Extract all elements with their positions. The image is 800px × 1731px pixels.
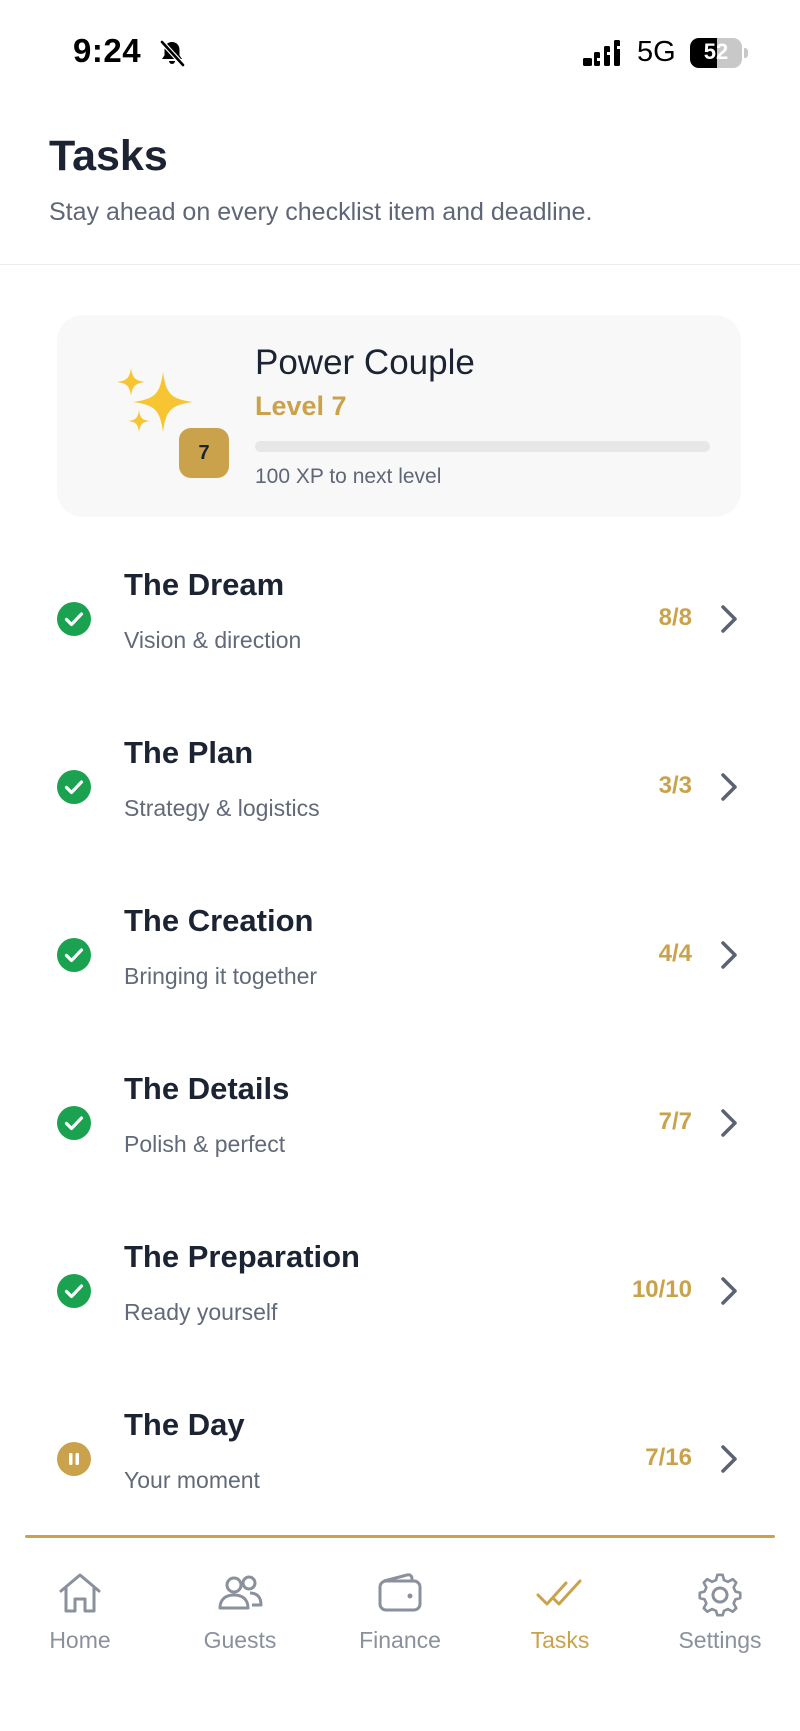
xp-caption: 100 XP to next level <box>255 465 442 488</box>
task-row-the-day[interactable]: The Day Your moment 7/16 <box>0 1375 800 1543</box>
task-row-the-plan[interactable]: The Plan Strategy & logistics 3/3 <box>0 703 800 871</box>
task-subtitle: Your moment <box>124 1467 260 1493</box>
chevron-right-icon <box>721 1109 737 1137</box>
header-divider <box>0 264 800 265</box>
task-row-the-dream[interactable]: The Dream Vision & direction 8/8 <box>0 535 800 703</box>
check-circle-icon <box>57 602 91 636</box>
task-subtitle: Vision & direction <box>124 627 302 653</box>
tab-guests[interactable]: Guests <box>160 1542 320 1662</box>
task-title: The Day <box>124 1407 245 1442</box>
check-circle-icon <box>57 770 91 804</box>
tab-label: Guests <box>203 1627 277 1653</box>
task-title: The Preparation <box>124 1239 360 1274</box>
network-label: 5G <box>637 36 676 68</box>
chevron-right-icon <box>721 941 737 969</box>
chevron-right-icon <box>721 605 737 633</box>
status-time: 9:24 <box>73 32 142 69</box>
level-name: Power Couple <box>255 343 475 382</box>
level-card: 7 Power Couple Level 7 100 XP to next le… <box>57 315 741 517</box>
tab-label: Tasks <box>530 1627 590 1653</box>
task-title: The Dream <box>124 567 285 602</box>
task-row-the-details[interactable]: The Details Polish & perfect 7/7 <box>0 1039 800 1207</box>
task-title: The Creation <box>124 903 314 938</box>
gear-icon <box>698 1573 742 1617</box>
task-subtitle: Ready yourself <box>124 1299 278 1325</box>
task-title: The Plan <box>124 735 254 770</box>
task-count: 8/8 <box>658 604 692 631</box>
battery-percent: 52 <box>703 39 729 64</box>
signal-icon <box>583 40 620 66</box>
tab-label: Settings <box>678 1627 762 1653</box>
tab-settings[interactable]: Settings <box>640 1542 800 1662</box>
check-circle-icon <box>57 1106 91 1140</box>
tab-bar-accent-line <box>25 1535 775 1538</box>
level-label: Level 7 <box>255 391 347 421</box>
home-icon <box>59 1573 101 1613</box>
bell-muted-icon <box>160 40 185 67</box>
task-subtitle: Polish & perfect <box>124 1131 286 1157</box>
chevron-right-icon <box>721 1445 737 1473</box>
status-bar: 9:24 5G 52 <box>0 0 800 100</box>
level-badge: 7 <box>176 425 232 481</box>
tab-finance[interactable]: Finance <box>320 1542 480 1662</box>
chevron-right-icon <box>721 1277 737 1305</box>
task-title: The Details <box>124 1071 290 1106</box>
task-row-the-preparation[interactable]: The Preparation Ready yourself 10/10 <box>0 1207 800 1375</box>
task-count: 7/7 <box>658 1108 692 1135</box>
tab-label: Finance <box>359 1627 441 1653</box>
tab-label: Home <box>49 1627 111 1653</box>
task-count: 3/3 <box>658 772 692 799</box>
xp-progress-bar <box>255 441 710 452</box>
task-count: 7/16 <box>645 1444 692 1471</box>
tab-tasks[interactable]: Tasks <box>480 1542 640 1662</box>
pause-circle-icon <box>57 1442 91 1476</box>
task-subtitle: Bringing it together <box>124 963 318 989</box>
task-subtitle: Strategy & logistics <box>124 795 320 821</box>
page-subtitle: Stay ahead on every checklist item and d… <box>49 198 593 226</box>
task-row-the-creation[interactable]: The Creation Bringing it together 4/4 <box>0 871 800 1039</box>
battery-indicator: 52 <box>690 38 748 68</box>
tab-home[interactable]: Home <box>0 1542 160 1662</box>
bottom-tab-bar: Home Guests Finance Tasks Settings <box>0 1542 800 1731</box>
check-circle-icon <box>57 1274 91 1308</box>
task-count: 4/4 <box>658 940 692 967</box>
double-check-icon <box>536 1579 582 1606</box>
check-circle-icon <box>57 938 91 972</box>
task-count: 10/10 <box>631 1276 692 1303</box>
page-title: Tasks <box>49 132 168 180</box>
chevron-right-icon <box>721 773 737 801</box>
wallet-icon <box>378 1573 422 1612</box>
guests-icon <box>218 1575 263 1610</box>
